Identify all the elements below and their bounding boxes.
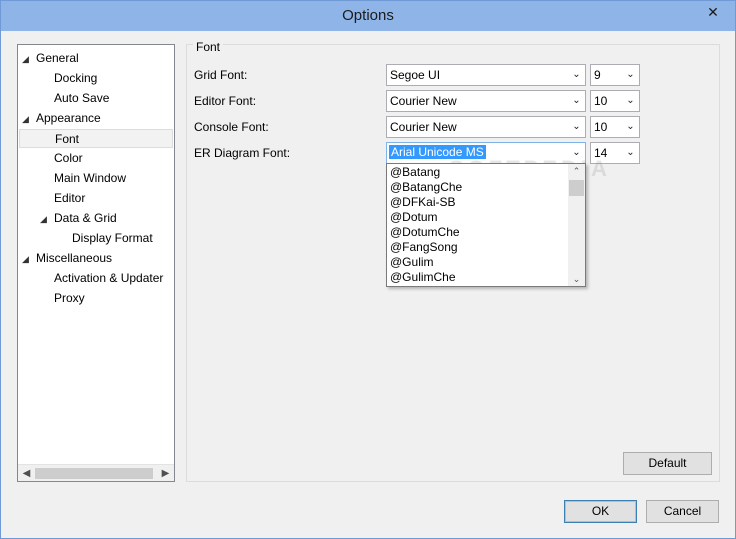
chevron-down-icon[interactable]: ⌄ <box>622 65 639 85</box>
cancel-button[interactable]: Cancel <box>646 500 719 523</box>
grid-font-value: Segoe UI <box>390 68 441 82</box>
tree-item-label: Editor <box>54 191 86 205</box>
tree-item-label: Data & Grid <box>54 211 117 225</box>
scrollbar-thumb[interactable] <box>35 468 153 479</box>
dropdown-option[interactable]: @BatangChe <box>390 180 462 195</box>
chevron-up-icon[interactable]: ⌃ <box>568 164 585 178</box>
chevron-down-icon[interactable]: ⌄ <box>622 91 639 111</box>
expand-arrow-icon[interactable]: ◢ <box>22 254 32 264</box>
tree-item-label: General <box>36 51 79 65</box>
dropdown-option[interactable]: @GulimChe <box>390 270 456 285</box>
tree-item[interactable]: Miscellaneous <box>36 249 112 268</box>
tree-item-label: Docking <box>54 71 98 85</box>
options-window: Options ✕ ◀ ▶ General ◢ Docking Auto Save Ap… <box>0 0 736 539</box>
er-diagram-font-size-combo[interactable]: 14 ⌄ <box>590 142 640 164</box>
chevron-down-icon[interactable]: ⌄ <box>568 117 585 137</box>
tree-item[interactable]: Activation & Updater <box>54 269 163 288</box>
editor-font-value: Courier New <box>390 94 457 108</box>
close-icon[interactable]: ✕ <box>697 2 729 22</box>
grid-font-label: Grid Font: <box>194 68 248 82</box>
tree-item-label: Proxy <box>54 291 85 305</box>
grid-font-size-value: 9 <box>594 68 601 82</box>
title-bar[interactable]: Options ✕ <box>1 1 735 31</box>
tree-item[interactable]: Auto Save <box>54 89 109 108</box>
expand-arrow-icon[interactable]: ◢ <box>22 54 32 64</box>
dialog-client-area: ◀ ▶ General ◢ Docking Auto Save Appearance ◢ F… <box>9 32 729 532</box>
ok-button[interactable]: OK <box>564 500 637 523</box>
chevron-down-icon[interactable]: ⌄ <box>568 65 585 85</box>
dropdown-option[interactable]: @Batang <box>390 165 440 180</box>
console-font-label: Console Font: <box>194 120 269 134</box>
tree-item-label: Miscellaneous <box>36 251 113 265</box>
tree-item[interactable]: Docking <box>54 69 97 88</box>
tree-item-label: Activation & Updater <box>54 271 164 285</box>
chevron-down-icon[interactable]: ⌄ <box>568 91 585 111</box>
scroll-left-icon[interactable]: ◀ <box>18 465 35 481</box>
er-diagram-font-combo[interactable]: Arial Unicode MS ⌄ <box>386 142 586 164</box>
scroll-right-icon[interactable]: ▶ <box>157 465 174 481</box>
tree-item[interactable]: Font <box>19 129 173 148</box>
tree-item[interactable]: Display Format <box>72 229 153 248</box>
grid-font-size-combo[interactable]: 9 ⌄ <box>590 64 640 86</box>
group-title: Font <box>193 40 224 54</box>
tree-item[interactable]: Appearance <box>36 109 101 128</box>
expand-arrow-icon[interactable]: ◢ <box>22 114 32 124</box>
expand-arrow-icon[interactable]: ◢ <box>40 214 50 224</box>
editor-font-size-value: 10 <box>594 94 608 108</box>
chevron-down-icon[interactable]: ⌄ <box>622 117 639 137</box>
dropdown-option[interactable]: @Gulim <box>390 255 434 270</box>
console-font-combo[interactable]: Courier New ⌄ <box>386 116 586 138</box>
default-button[interactable]: Default <box>623 452 712 475</box>
tree-item[interactable]: Data & Grid <box>54 209 117 228</box>
tree-item-label: Main Window <box>54 171 127 185</box>
editor-font-label: Editor Font: <box>194 94 257 108</box>
dropdown-option[interactable]: @Dotum <box>390 210 438 225</box>
editor-font-size-combo[interactable]: 10 ⌄ <box>590 90 640 112</box>
console-font-size-combo[interactable]: 10 ⌄ <box>590 116 640 138</box>
tree-item-label: Appearance <box>36 111 101 125</box>
tree-item[interactable]: Main Window <box>54 169 126 188</box>
dropdown-option[interactable]: @DFKai-SB <box>390 195 456 210</box>
er-diagram-font-size-value: 14 <box>594 146 608 160</box>
editor-font-combo[interactable]: Courier New ⌄ <box>386 90 586 112</box>
options-tree[interactable]: ◀ ▶ General ◢ Docking Auto Save Appearance ◢ F… <box>17 44 175 482</box>
tree-item[interactable]: Color <box>54 149 83 168</box>
er-diagram-font-label: ER Diagram Font: <box>194 146 291 160</box>
tree-item[interactable]: Proxy <box>54 289 85 308</box>
chevron-down-icon[interactable]: ⌄ <box>568 272 585 286</box>
dropdown-vertical-scrollbar[interactable]: ⌃ ⌄ <box>568 164 585 286</box>
chevron-down-icon[interactable]: ⌄ <box>622 143 639 163</box>
chevron-down-icon[interactable]: ⌄ <box>568 143 585 163</box>
console-font-value: Courier New <box>390 120 457 134</box>
tree-item-label: Display Format <box>72 231 153 245</box>
tree-horizontal-scrollbar[interactable]: ◀ ▶ <box>18 464 174 481</box>
console-font-size-value: 10 <box>594 120 608 134</box>
er-diagram-font-value[interactable]: Arial Unicode MS <box>389 145 486 159</box>
dropdown-option[interactable]: @FangSong <box>390 240 458 255</box>
grid-font-combo[interactable]: Segoe UI ⌄ <box>386 64 586 86</box>
window-title: Options <box>342 7 394 24</box>
tree-item[interactable]: General <box>36 49 79 68</box>
tree-item-label: Color <box>54 151 83 165</box>
tree-item-label: Font <box>55 132 80 146</box>
dropdown-option[interactable]: @DotumChe <box>390 225 460 240</box>
tree-item[interactable]: Editor <box>54 189 85 208</box>
tree-item-label: Auto Save <box>54 91 110 105</box>
font-dropdown-list[interactable]: ⌃ ⌄ @Batang @BatangChe @DFKai-SB @Dotum @Dot… <box>386 163 586 287</box>
scrollbar-thumb[interactable] <box>569 180 584 196</box>
